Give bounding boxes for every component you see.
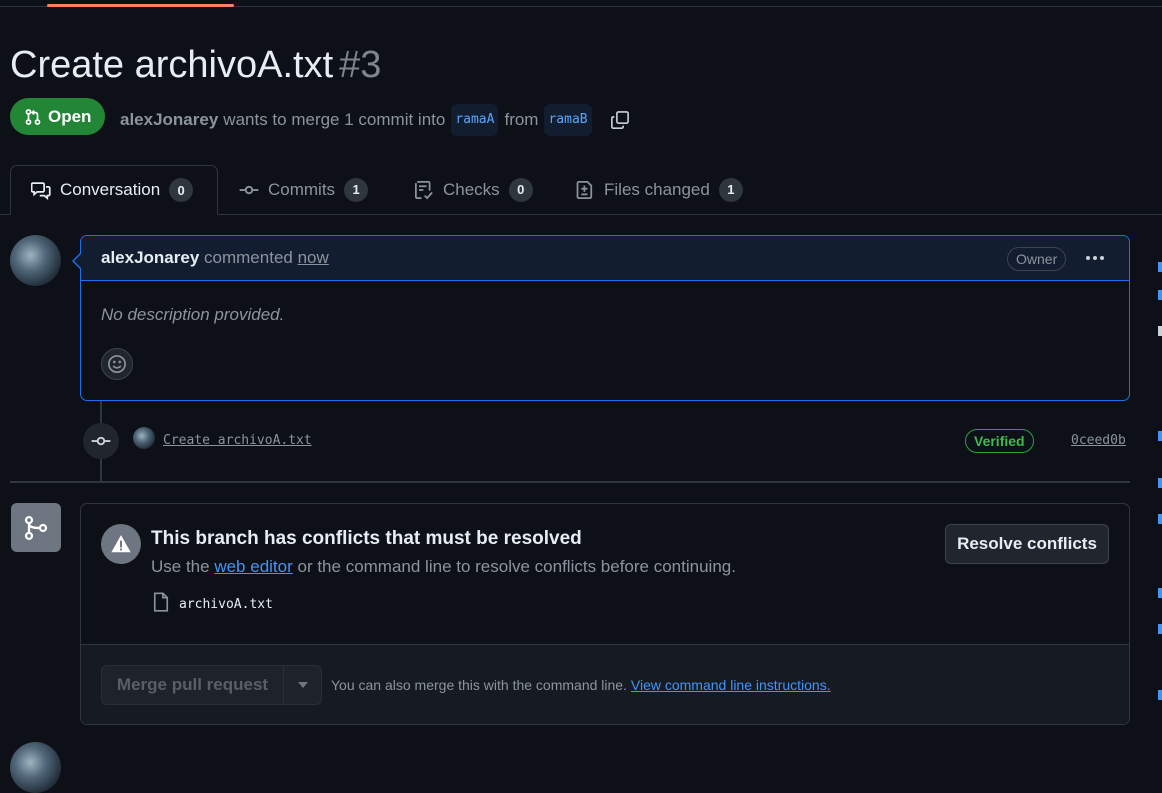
pr-meta: alexJonarey wants to merge 1 commit into… (120, 104, 630, 136)
sidebar-link-fragment (1158, 478, 1162, 488)
commit-message-link[interactable]: Create archivoA.txt (163, 433, 312, 448)
merge-pull-request-button[interactable]: Merge pull request (102, 666, 284, 704)
comment-body: No description provided. (101, 305, 285, 324)
conflict-description: Use the web editor or the command line t… (151, 557, 736, 577)
author-link[interactable]: alexJonarey (120, 108, 218, 132)
tab-label: Commits (268, 179, 336, 199)
merge-status-tile (11, 503, 61, 552)
file-icon (151, 591, 171, 612)
conflict-pre-text: Use the (151, 557, 210, 576)
status-badge: Open (10, 98, 106, 135)
owner-badge: Owner (1007, 247, 1067, 271)
smiley-icon (107, 354, 127, 374)
triangle-down-icon (297, 681, 309, 689)
checklist-icon (414, 180, 434, 200)
tab-checks[interactable]: Checks 0 (414, 165, 533, 214)
alert-icon (110, 533, 132, 555)
merge-footer-text: You can also merge this with the command… (331, 677, 831, 693)
comment-timestamp[interactable]: now (298, 248, 329, 267)
sidebar-link-fragment (1158, 290, 1162, 300)
git-merge-icon (22, 514, 50, 542)
comment-action: commented (204, 248, 293, 267)
sidebar-link-fragment (1158, 588, 1162, 598)
conflict-file: archivoA.txt (151, 591, 273, 612)
kebab-menu-icon[interactable] (1084, 248, 1106, 268)
conflict-title: This branch has conflicts that must be r… (151, 528, 582, 549)
comment-box: alexJonarey commented now Owner No descr… (80, 235, 1130, 401)
commit-sha-link[interactable]: 0ceed0b (1071, 433, 1126, 448)
base-branch[interactable]: ramaA (451, 104, 499, 136)
sidebar-link-fragment (1158, 514, 1162, 524)
verified-badge[interactable]: Verified (965, 429, 1034, 453)
copy-icon[interactable] (610, 110, 630, 130)
tab-label: Conversation (60, 180, 161, 199)
tab-counter: 0 (169, 178, 194, 202)
comment-header: alexJonarey commented now Owner (81, 236, 1129, 281)
tab-counter: 0 (508, 177, 533, 202)
tab-files-changed[interactable]: Files changed 1 (575, 165, 743, 214)
timeline-divider (10, 481, 1130, 483)
add-reaction-button[interactable] (101, 348, 133, 380)
pr-number: #3 (339, 44, 382, 86)
file-diff-icon (575, 180, 595, 200)
comment-pointer-fill (74, 253, 82, 269)
comment-discussion-icon (31, 180, 51, 200)
command-line-instructions-link[interactable]: View command line instructions. (631, 677, 831, 693)
sidebar-link-fragment (1158, 262, 1162, 272)
git-commit-icon (239, 180, 259, 200)
sidebar-link-fragment (1158, 690, 1162, 700)
sidebar-link-fragment (1158, 431, 1162, 441)
git-commit-icon (91, 431, 111, 451)
head-branch[interactable]: ramaB (544, 104, 592, 136)
merge-box: This branch has conflicts that must be r… (80, 503, 1130, 725)
resolve-conflicts-button[interactable]: Resolve conflicts (945, 524, 1109, 564)
active-nav-underline (47, 4, 234, 7)
merge-description: wants to merge 1 commit into (223, 110, 446, 129)
pr-title: Create archivoA.txt (10, 44, 334, 86)
from-label: from (504, 110, 539, 129)
conflict-file-name: archivoA.txt (179, 597, 273, 612)
git-pull-request-icon (24, 108, 42, 126)
conflict-post-text: or the command line to resolve conflicts… (297, 557, 736, 576)
avatar[interactable] (10, 235, 61, 286)
timeline-commit-badge (83, 423, 119, 459)
tab-counter: 1 (344, 177, 369, 202)
merge-button-group: Merge pull request (101, 665, 322, 705)
sidebar-link-fragment (1158, 624, 1162, 634)
merge-options-dropdown[interactable] (284, 666, 321, 704)
tab-counter: 1 (718, 177, 743, 202)
sidebar-text-fragment (1158, 326, 1162, 336)
alert-badge (101, 524, 141, 564)
status-label: Open (48, 106, 92, 126)
avatar[interactable] (10, 742, 61, 793)
merge-footer: Merge pull request You can also merge th… (81, 644, 1129, 724)
merge-hint: You can also merge this with the command… (331, 677, 627, 693)
web-editor-link[interactable]: web editor (214, 557, 292, 576)
tab-conversation[interactable]: Conversation 0 (10, 165, 218, 215)
tab-commits[interactable]: Commits 1 (239, 165, 369, 214)
commit-author-avatar[interactable] (133, 427, 155, 449)
tab-label: Files changed (604, 179, 710, 199)
page-title: Create archivoA.txt #3 (10, 40, 381, 90)
comment-author[interactable]: alexJonarey (101, 248, 199, 267)
tab-label: Checks (443, 179, 500, 199)
